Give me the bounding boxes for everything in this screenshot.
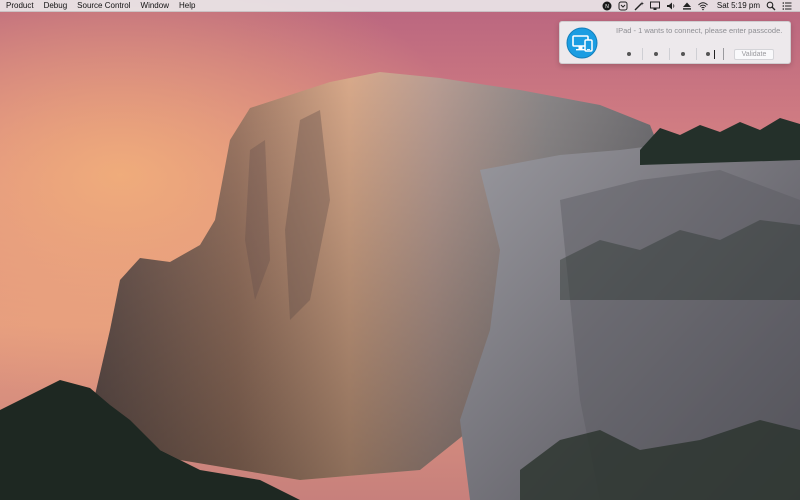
connection-notification: IPad - 1 wants to connect, please enter … [559,21,791,64]
notification-message: IPad - 1 wants to connect, please enter … [616,26,783,35]
passcode-input[interactable]: Validate [616,48,782,60]
menu-help[interactable]: Help [179,0,195,12]
passcode-digit-2[interactable] [643,48,670,60]
menu-bar-clock[interactable]: Sat 5:19 pm [717,0,760,12]
svg-text:N: N [605,4,609,10]
dropbox-icon[interactable] [618,1,628,11]
menu-window[interactable]: Window [141,0,169,12]
text-caret [713,49,715,59]
wand-icon[interactable] [634,1,644,11]
desktop [0,0,800,500]
passcode-dot [705,52,710,56]
volume-icon[interactable] [666,1,676,11]
passcode-dot [681,52,685,56]
menu-debug[interactable]: Debug [44,0,68,12]
wallpaper-half-dome [0,0,800,500]
passcode-dot [627,52,631,56]
display-icon[interactable] [649,1,660,11]
menu-product[interactable]: Product [6,0,34,12]
passcode-dot [654,52,658,56]
status-app-icon[interactable]: N [602,1,612,11]
menu-bar: Product Debug Source Control Window Help… [0,0,800,12]
menu-bar-left: Product Debug Source Control Window Help [0,0,205,12]
validate-button[interactable]: Validate [734,48,774,60]
notification-center-icon[interactable] [782,1,792,11]
menu-source-control[interactable]: Source Control [77,0,130,12]
passcode-digit-4[interactable] [697,48,724,60]
wifi-icon[interactable] [698,1,708,11]
menu-bar-status-area: N Sat 5:19 pm [596,0,800,12]
search-icon[interactable] [766,1,776,11]
eject-icon[interactable] [682,1,692,11]
devices-app-icon [566,27,598,59]
passcode-digit-1[interactable] [616,48,643,60]
passcode-digit-3[interactable] [670,48,697,60]
